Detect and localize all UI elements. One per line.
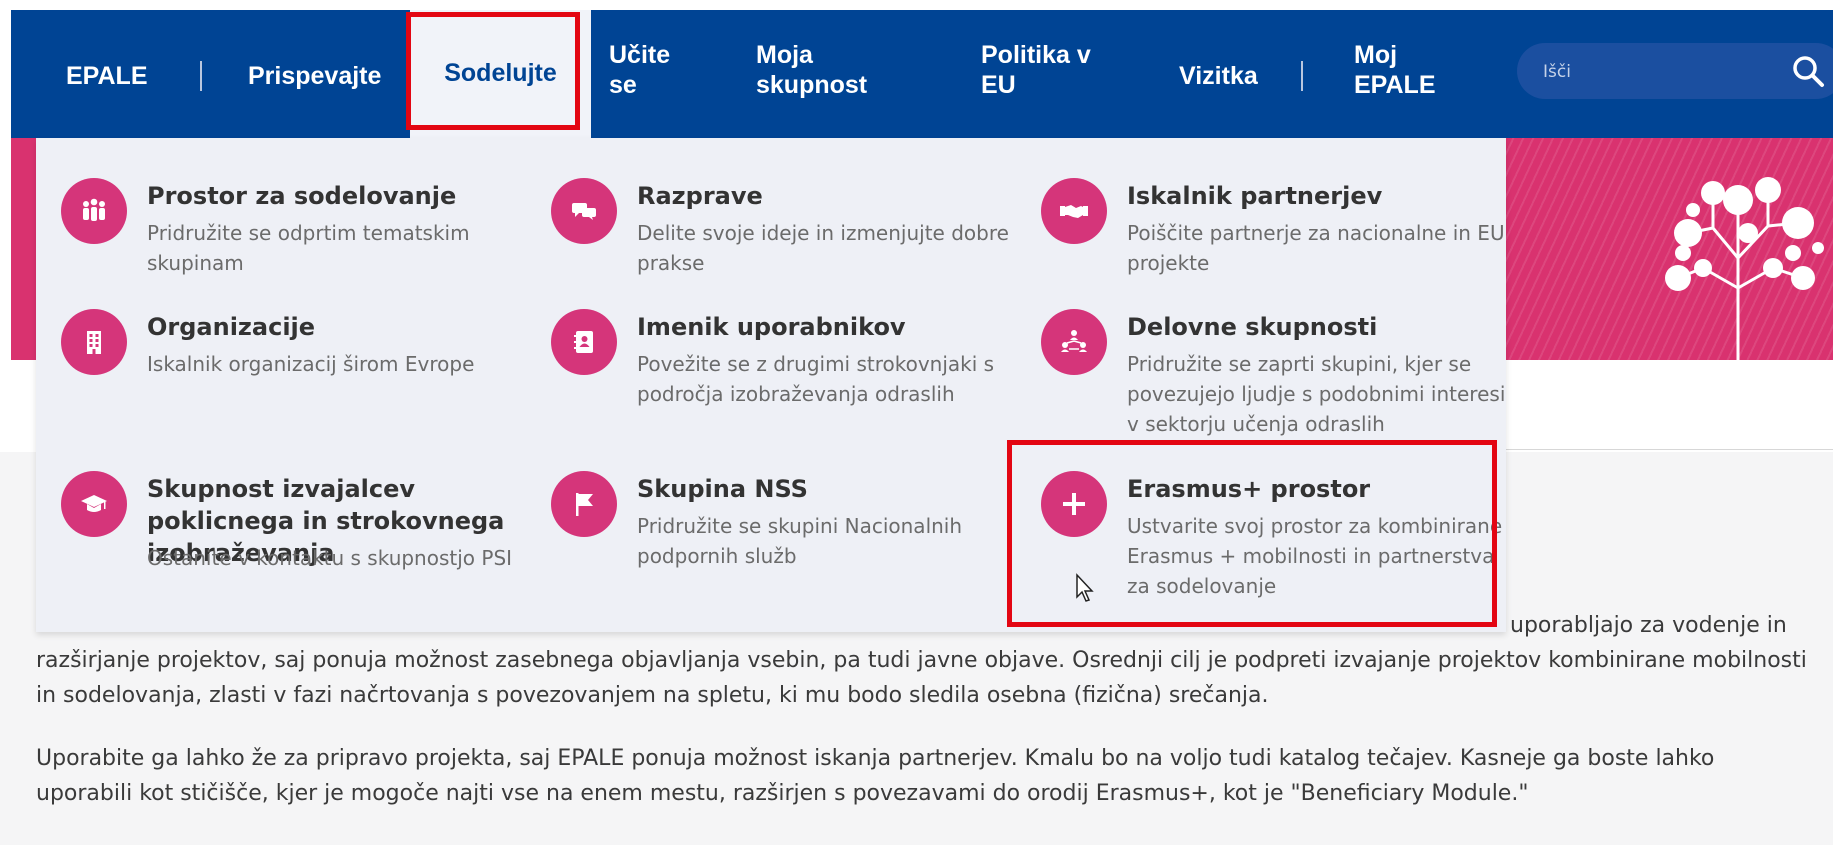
menu-item-title: Skupina NSS — [637, 475, 808, 503]
menu-item-title: Prostor za sodelovanje — [147, 182, 457, 210]
menu-item-desc: Delite svoje ideje in izmenjujte dobre p… — [637, 221, 1009, 275]
search-box — [1517, 43, 1833, 99]
address-book-icon — [551, 309, 617, 375]
chat-bubbles-icon — [551, 178, 617, 244]
menu-item-title: Iskalnik partnerjev — [1127, 182, 1383, 210]
nav-item-ucite-se[interactable]: Učite se — [609, 40, 670, 100]
paragraph-2: Uporabite ga lahko že za pripravo projek… — [36, 746, 1715, 806]
sodelujte-dropdown: Prostor za sodelovanje Pridružite se odp… — [36, 138, 1506, 632]
tree-logo-icon — [1665, 177, 1824, 360]
menu-item-desc: Ostanite v kontaktu s skupnostjo PSI — [147, 546, 513, 570]
building-icon — [61, 309, 127, 375]
people-icon — [61, 178, 127, 244]
paragraph-1-tail: uporabljajo za vodenje in — [1510, 613, 1787, 638]
group-network-icon — [1041, 309, 1107, 375]
menu-item-title: Delovne skupnosti — [1127, 313, 1378, 341]
nav-item-politika-v-eu[interactable]: Politika v EU — [981, 40, 1091, 100]
nav-item-epale[interactable]: EPALE — [66, 61, 148, 91]
nav-item-moj-epale[interactable]: Moj EPALE — [1354, 40, 1436, 100]
nav-item-sodelujte-label: Sodelujte — [444, 59, 557, 87]
main-nav: EPALE Prispevajte Sodelujte Učite se Moj… — [11, 10, 1833, 138]
nav-separator — [1301, 61, 1303, 91]
nav-item-vizitka[interactable]: Vizitka — [1179, 61, 1258, 91]
mouse-cursor-icon — [1076, 573, 1094, 602]
search-icon[interactable] — [1791, 54, 1825, 88]
menu-item-desc: Pridružite se zaprti skupini, kjer se po… — [1127, 352, 1506, 436]
search-input[interactable] — [1541, 56, 1775, 88]
menu-item-desc: Ustvarite svoj prostor za kombinirane Er… — [1127, 514, 1503, 598]
plus-icon — [1041, 471, 1107, 537]
menu-item-desc: Poiščite partnerje za nacionalne in EU p… — [1127, 221, 1505, 275]
nav-item-moja-skupnost[interactable]: Moja skupnost — [756, 40, 867, 100]
nav-separator — [200, 61, 202, 91]
handshake-icon — [1041, 178, 1107, 244]
nav-item-prispevajte[interactable]: Prispevajte — [248, 61, 381, 91]
menu-item-desc: Iskalnik organizacij širom Evrope — [147, 352, 475, 376]
nav-item-sodelujte[interactable]: Sodelujte — [410, 10, 591, 138]
graduation-cap-icon — [61, 471, 127, 537]
menu-item-desc: Povežite se z drugimi strokovnjaki s pod… — [637, 352, 995, 406]
flag-icon — [551, 471, 617, 537]
menu-item-desc: Pridružite se skupini Nacionalnih podpor… — [637, 514, 963, 568]
menu-item-desc: Pridružite se odprtim tematskim skupinam — [147, 221, 470, 275]
menu-item-title: Erasmus+ prostor — [1127, 475, 1371, 503]
menu-item-title: Imenik uporabnikov — [637, 313, 906, 341]
menu-item-title: Razprave — [637, 182, 763, 210]
menu-item-title: Organizacije — [147, 313, 316, 341]
paragraph-1: razširjanje projektov, saj ponuja možnos… — [36, 648, 1807, 708]
